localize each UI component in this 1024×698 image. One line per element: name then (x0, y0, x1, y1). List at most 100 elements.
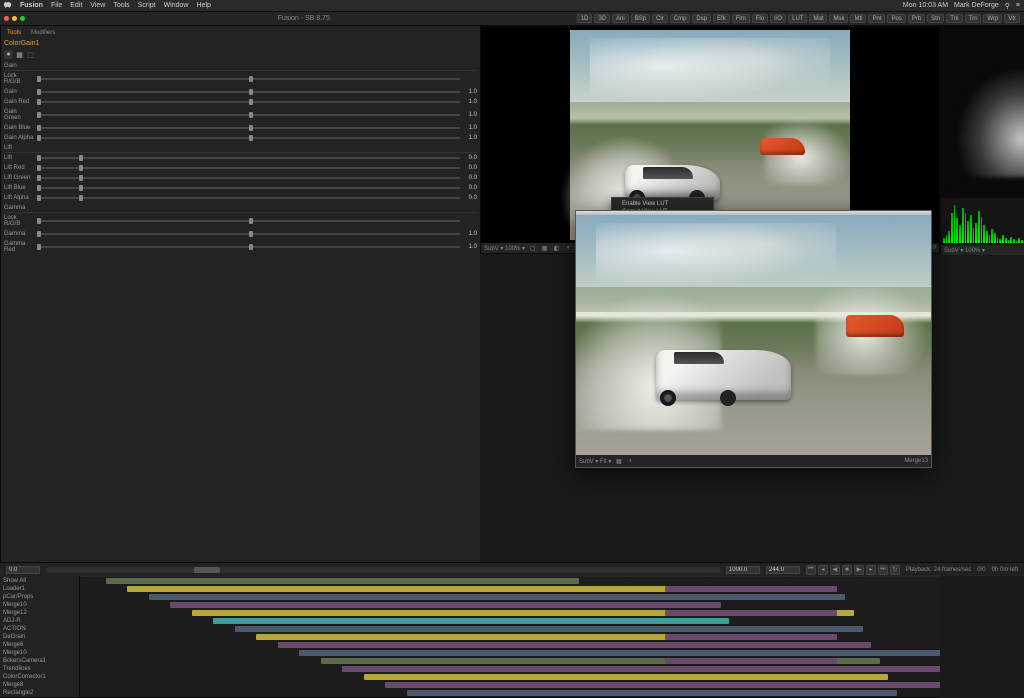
track-name[interactable]: ColorCorrector1 (0, 673, 79, 681)
track-name[interactable]: Trendlines (0, 665, 79, 673)
waveform-scope[interactable] (941, 198, 1024, 245)
menu-edit[interactable]: Edit (70, 2, 82, 9)
toolbar-btn-flo[interactable]: Flo (752, 14, 768, 23)
tab-common-icon[interactable]: ⬚ (26, 50, 35, 59)
track-name[interactable]: Rectangle2 (0, 689, 79, 697)
timeline-track[interactable] (80, 593, 940, 601)
goto-start-icon[interactable]: ⏮ (806, 565, 816, 575)
menu-help[interactable]: Help (197, 2, 211, 9)
param-value[interactable]: 0.0 (463, 185, 477, 191)
roi-icon[interactable]: ▦ (540, 244, 549, 253)
zoom-icon[interactable] (20, 16, 25, 21)
toolbar-btn-msk[interactable]: Msk (829, 14, 848, 23)
toolbar-btn-efk[interactable]: Efk (713, 14, 730, 23)
toolbar-btn-ani[interactable]: Ani (612, 14, 629, 23)
traffic-lights[interactable] (4, 16, 25, 21)
float-zoom[interactable]: SubV ▾ Fit ▾ (579, 458, 611, 465)
inspector-section[interactable]: Lift (4, 145, 477, 153)
param-slider[interactable] (37, 157, 460, 159)
menu-script[interactable]: Script (138, 2, 156, 9)
close-icon[interactable] (4, 16, 9, 21)
floating-viewer-image[interactable] (576, 215, 931, 455)
toolbar-btn-3d[interactable]: 3D (594, 14, 610, 23)
toolbar-btn-i/o[interactable]: I/O (770, 14, 786, 23)
time-slider[interactable] (46, 567, 720, 573)
track-name[interactable]: Merge10 (0, 649, 79, 657)
app-name[interactable]: Fusion (20, 2, 43, 9)
timeline-track[interactable] (80, 577, 940, 585)
track-name[interactable]: Merge8 (0, 681, 79, 689)
timeline-track[interactable] (80, 601, 940, 609)
param-value[interactable]: 0.0 (463, 155, 477, 161)
track-name[interactable]: Merge10 (0, 601, 79, 609)
timeline-track[interactable] (80, 641, 940, 649)
param-value[interactable]: 1.0 (463, 99, 477, 105)
param-slider[interactable] (37, 137, 460, 139)
param-slider[interactable] (37, 246, 460, 248)
param-slider[interactable] (37, 167, 460, 169)
timeline-track[interactable] (80, 585, 940, 593)
track-name[interactable]: BckersCamera1 (0, 657, 79, 665)
param-value[interactable]: 1.0 (463, 112, 477, 118)
track-name[interactable]: Show All (0, 577, 79, 585)
toolbar-btn-clr[interactable]: Clr (652, 14, 668, 23)
timeline-track[interactable] (80, 689, 940, 697)
inspector-section[interactable]: Gamma (4, 205, 477, 213)
a-b-icon[interactable]: ▢ (528, 244, 537, 253)
timeline-track[interactable] (80, 681, 940, 689)
param-value[interactable]: 0.0 (463, 165, 477, 171)
param-value[interactable]: 1.0 (463, 244, 477, 250)
toolbar-btn-pos[interactable]: Pos (887, 14, 905, 23)
toolbar-btn-bsp[interactable]: BSp (631, 14, 650, 23)
toolbar-btn-trn[interactable]: Trn (965, 14, 982, 23)
viewer-b-zoom[interactable]: SubV ▾ 100% ▾ (944, 247, 985, 254)
lut-icon[interactable]: ◐ (564, 244, 573, 253)
track-name[interactable]: Merge12 (0, 609, 79, 617)
timeline-track[interactable] (80, 649, 940, 657)
toolbar-btn-lut[interactable]: LUT (788, 14, 807, 23)
ctx-item-0[interactable]: Enable View LUT (612, 200, 713, 208)
param-value[interactable]: 1.0 (463, 231, 477, 237)
toolbar-btn-pnt[interactable]: Pnt (868, 14, 885, 23)
param-slider[interactable] (37, 177, 460, 179)
track-name[interactable]: pCar/Props (0, 593, 79, 601)
timeline-track[interactable] (80, 657, 940, 665)
inspector-tab-tools[interactable]: Tools (4, 29, 24, 37)
timeline-track[interactable] (80, 633, 940, 641)
toolbar-btn-vtr[interactable]: Vtr (1004, 14, 1020, 23)
toolbar-btn-mat[interactable]: Mat (809, 14, 827, 23)
menu-window[interactable]: Window (164, 2, 189, 9)
toolbar-btn-cmp[interactable]: Cmp (670, 14, 691, 23)
timeline-track[interactable] (80, 673, 940, 681)
toolbar-btn-1d[interactable]: 1D (577, 14, 593, 23)
menu-tools[interactable]: Tools (113, 2, 129, 9)
float-roi-icon[interactable]: ▦ (614, 457, 623, 466)
play-reverse-icon[interactable]: ◀ (830, 565, 840, 575)
toolbar-btn-dsp[interactable]: Dsp (692, 14, 711, 23)
track-name[interactable]: Merge6 (0, 641, 79, 649)
viewer-b-image[interactable] (941, 27, 1024, 197)
menu-view[interactable]: View (90, 2, 105, 9)
param-slider[interactable] (37, 101, 460, 103)
play-icon[interactable]: ▶ (854, 565, 864, 575)
menu-file[interactable]: File (51, 2, 62, 9)
floating-viewer[interactable]: SubV ▾ Fit ▾ ▦ ◐ Merge13 (575, 210, 932, 468)
param-slider[interactable] (37, 187, 460, 189)
param-slider[interactable] (37, 233, 460, 235)
range-end-input[interactable] (726, 566, 760, 574)
track-name[interactable]: ADJ-R (0, 617, 79, 625)
channel-icon[interactable]: ◧ (552, 244, 561, 253)
track-name[interactable]: Loader1 (0, 585, 79, 593)
param-value[interactable]: 1.0 (463, 89, 477, 95)
toolbar-btn-mtl[interactable]: Mtl (850, 14, 866, 23)
param-value[interactable]: 0.0 (463, 175, 477, 181)
loop-icon[interactable]: ↻ (890, 565, 900, 575)
timeline-tracks[interactable]: 01002003004005006007008009001000 (80, 565, 940, 697)
toolbar-btn-prb[interactable]: Prb (908, 14, 925, 23)
param-value[interactable]: 0.0 (463, 195, 477, 201)
step-fwd-icon[interactable]: ▸ (866, 565, 876, 575)
stop-icon[interactable]: ■ (842, 565, 852, 575)
search-icon[interactable]: ⚲ (1005, 2, 1010, 10)
minimize-icon[interactable] (12, 16, 17, 21)
timeline-track[interactable] (80, 617, 940, 625)
